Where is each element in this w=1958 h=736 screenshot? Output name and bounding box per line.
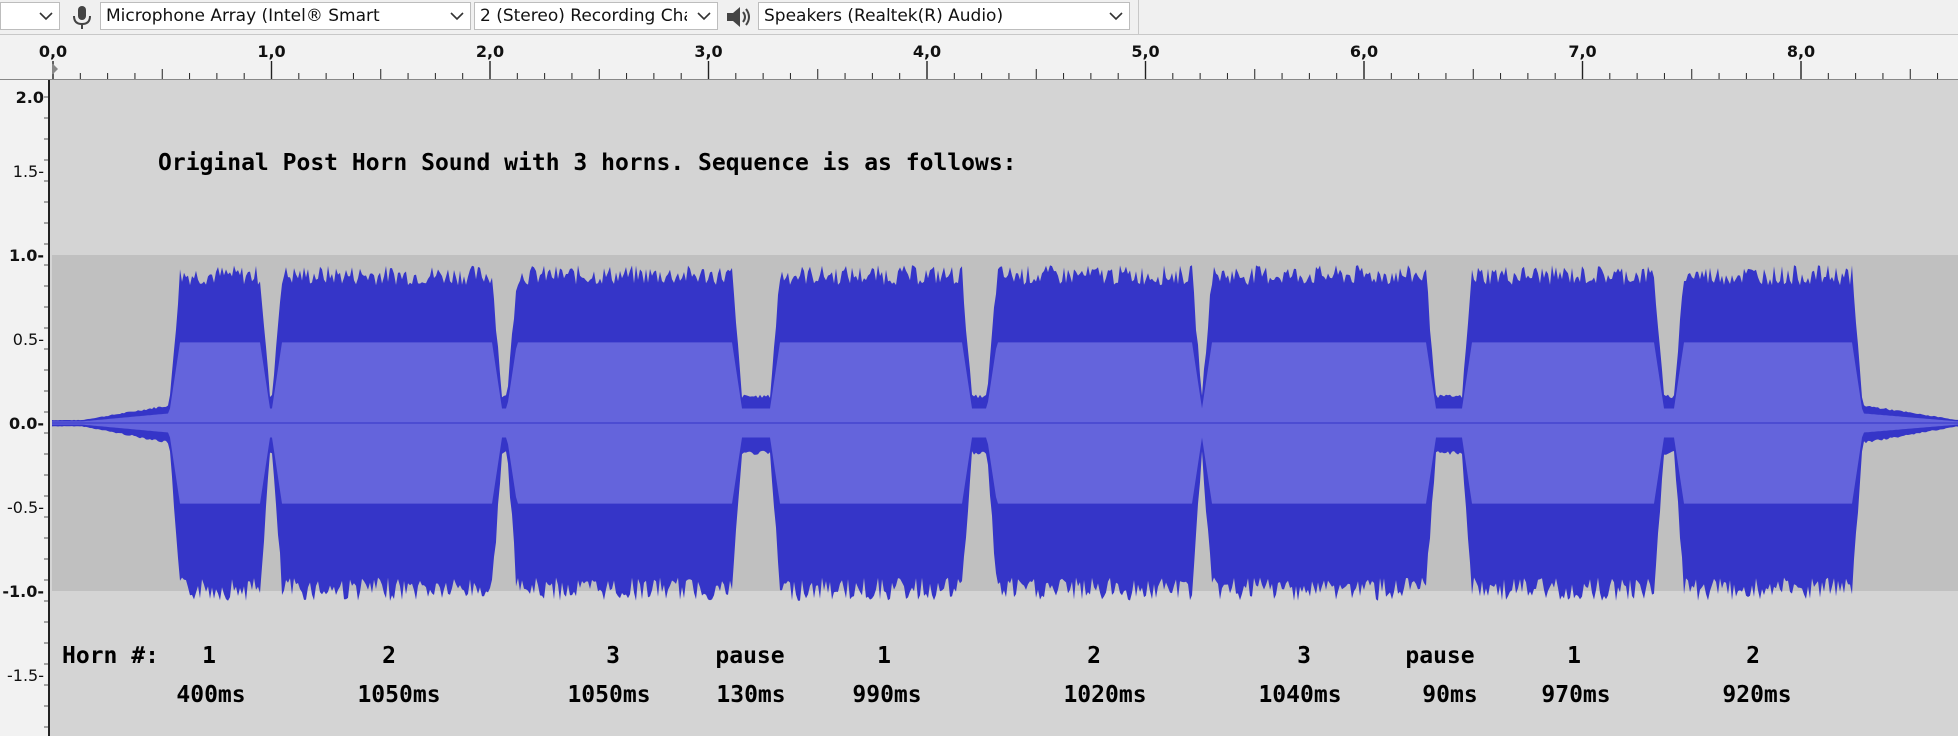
amplitude-tick-label: 2.0: [16, 88, 44, 107]
timeline-tick-label: 6,0: [1350, 42, 1378, 61]
recording-device-value: Microphone Array (Intel® Smart: [106, 6, 380, 26]
horn-prefix-label: Horn #:: [62, 643, 159, 669]
recording-device-dropdown[interactable]: Microphone Array (Intel® Smart: [100, 2, 471, 30]
chevron-down-icon: [1109, 12, 1123, 21]
recording-channels-dropdown[interactable]: 2 (Stereo) Recording Chann: [474, 2, 718, 30]
horn-number-label: 3: [606, 643, 620, 669]
amplitude-tick-label: 0.5-: [13, 330, 44, 349]
amplitude-tick-label: -1.5-: [7, 666, 44, 685]
timeline-ruler-scale: 0,0 1,0 2,0 3,0 4,0 5,0 6,0 7,0 8,0: [39, 42, 1939, 79]
horn-number-label: pause: [1405, 643, 1475, 669]
amplitude-tick-label: -0.5-: [7, 498, 44, 517]
timeline-tick-label: 1,0: [257, 42, 285, 61]
duration-label: 130ms: [716, 682, 786, 708]
amplitude-tick-label: 0.0-: [9, 414, 44, 433]
chevron-down-icon: [697, 12, 711, 21]
duration-label: 1050ms: [357, 682, 441, 708]
timeline-tick-label: 4,0: [913, 42, 941, 61]
recording-channels-value: 2 (Stereo) Recording Chann: [480, 6, 687, 26]
amplitude-tick-label: 1.5-: [13, 162, 44, 181]
horn-number-label: 2: [382, 643, 396, 669]
horn-number-label: 3: [1297, 643, 1311, 669]
audio-host-dropdown[interactable]: [0, 2, 60, 30]
amplitude-ruler[interactable]: 2.0 1.5- 1.0- 0.5- 0.0- -0.5- -1.0- -1.5-: [0, 80, 50, 736]
toolbar-separator: [1138, 0, 1139, 34]
duration-label: 1050ms: [567, 682, 651, 708]
timeline-ruler[interactable]: 0,0 1,0 2,0 3,0 4,0 5,0 6,0 7,0 8,0: [0, 35, 1958, 80]
timeline-tick-label: 2,0: [476, 42, 504, 61]
horn-number-label: 1: [202, 643, 216, 669]
audio-track[interactable]: 2.0 1.5- 1.0- 0.5- 0.0- -0.5- -1.0- -1.5- Origi…: [0, 80, 1958, 736]
duration-label: 400ms: [176, 682, 246, 708]
duration-label: 1020ms: [1063, 682, 1147, 708]
timeline-tick-label: 7,0: [1568, 42, 1596, 61]
playback-device-dropdown[interactable]: Speakers (Realtek(R) Audio): [758, 2, 1130, 30]
playback-device-value: Speakers (Realtek(R) Audio): [764, 6, 1004, 26]
chevron-down-icon: [39, 12, 53, 21]
timeline-tick-label: 5,0: [1131, 42, 1159, 61]
amplitude-tick-label: 1.0-: [9, 246, 44, 265]
timeline-tick-label: 0,0: [39, 42, 67, 61]
amplitude-tick-label: -1.0-: [2, 582, 44, 601]
horn-number-label: 2: [1087, 643, 1101, 669]
waveform[interactable]: [52, 80, 1958, 736]
horn-number-label: pause: [715, 643, 785, 669]
duration-label: 90ms: [1422, 682, 1478, 708]
playhead-marker: [52, 63, 58, 75]
timeline-tick-label: 8,0: [1787, 42, 1815, 61]
duration-label: 1040ms: [1258, 682, 1342, 708]
duration-label: 920ms: [1722, 682, 1792, 708]
annotation-title: Original Post Horn Sound with 3 horns. S…: [158, 150, 1017, 176]
timeline-tick-label: 3,0: [694, 42, 722, 61]
duration-label: 970ms: [1541, 682, 1611, 708]
horn-number-label: 1: [877, 643, 891, 669]
duration-label: 990ms: [852, 682, 922, 708]
microphone-icon: [73, 6, 91, 29]
horn-number-label: 2: [1746, 643, 1760, 669]
chevron-down-icon: [450, 12, 464, 21]
amplitude-ruler-scale: 2.0 1.5- 1.0- 0.5- 0.0- -0.5- -1.0- -1.5-: [2, 88, 48, 728]
horn-number-label: 1: [1567, 643, 1581, 669]
speaker-icon: [727, 7, 750, 27]
device-toolbar: Microphone Array (Intel® Smart 2 (Stereo…: [0, 0, 1958, 35]
